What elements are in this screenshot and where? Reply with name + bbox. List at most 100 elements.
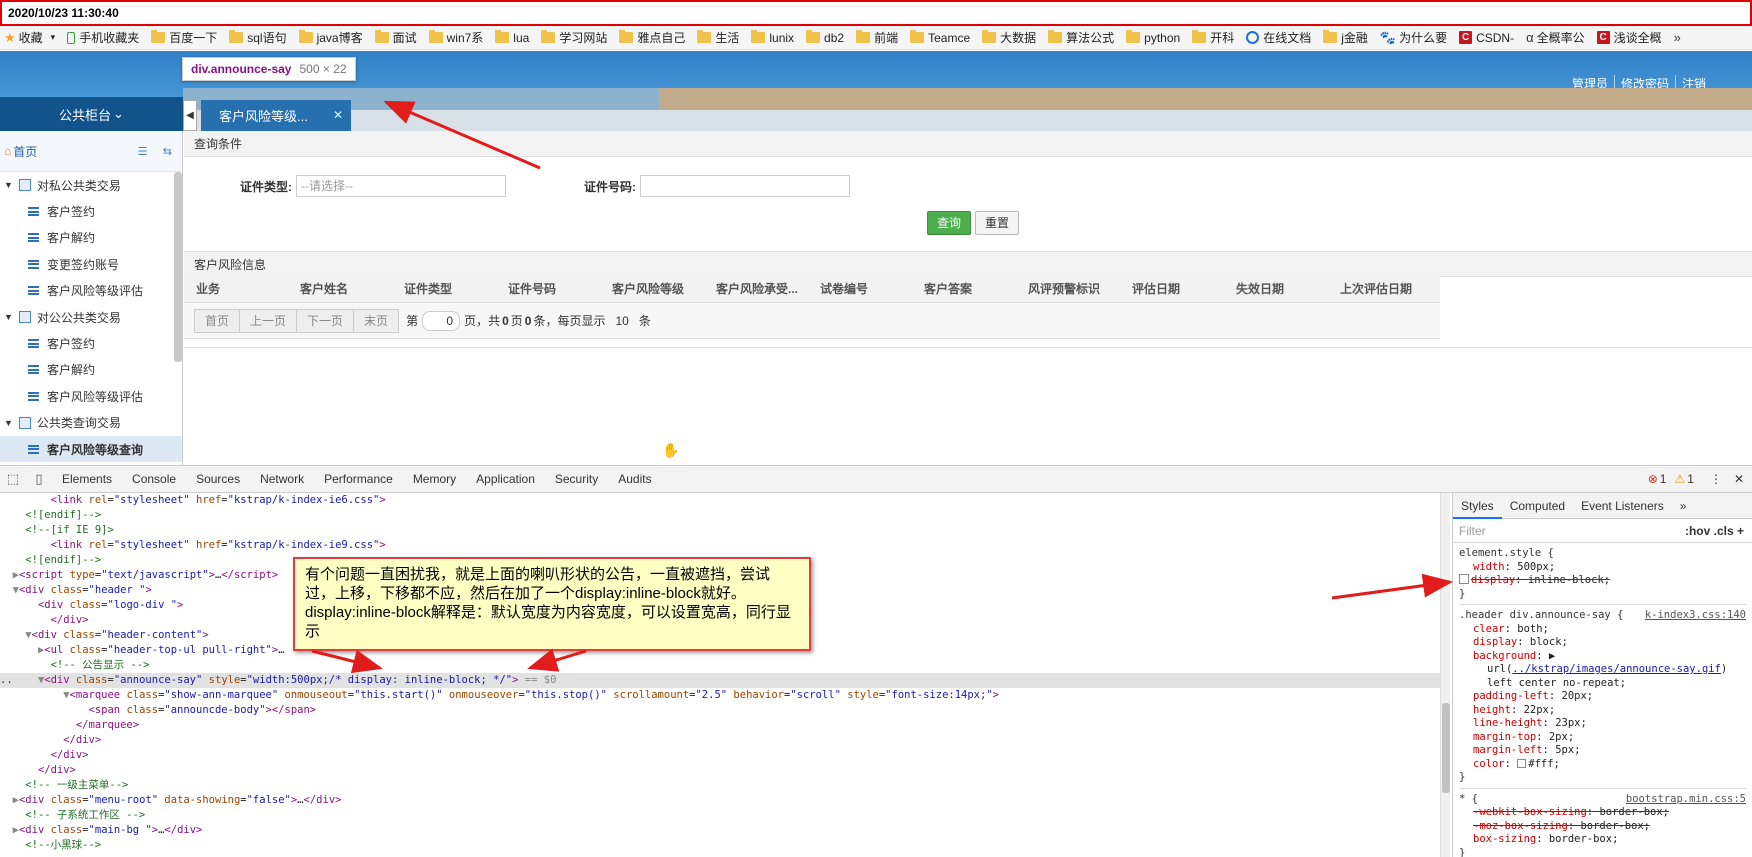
code-line[interactable]: <!-- 子系统工作区 --> <box>0 808 1440 823</box>
sidebar-item[interactable]: 变更签约账号 <box>0 251 182 277</box>
source-link[interactable]: bootstrap.min.css:5 <box>1626 793 1746 807</box>
code-line-selected[interactable]: .. ▼<div class="announce-say" style="wid… <box>0 673 1440 688</box>
code-line[interactable]: <!-- 公告显示 --> <box>0 658 1440 673</box>
bookmark-baidu[interactable]: 🐾 为什么要 <box>1380 29 1447 46</box>
sidebar-item[interactable]: 客户解约 <box>0 357 182 383</box>
elements-scrollbar[interactable] <box>1440 493 1450 857</box>
sidebar-group-private[interactable]: ▼ 对私公共类交易 <box>0 172 182 198</box>
bookmark-folder[interactable]: 学习网站 <box>541 29 607 46</box>
column-header[interactable]: 风评预警标识 <box>1016 280 1120 297</box>
warning-icon[interactable]: ⚠ <box>1674 472 1685 486</box>
tab-console[interactable]: Console <box>122 472 186 486</box>
bookmark-folder[interactable]: 算法公式 <box>1048 29 1114 46</box>
inspect-icon[interactable]: ⬚ <box>0 471 26 487</box>
code-line[interactable]: <span class="announcde-body"></span> <box>0 703 1440 718</box>
device-toggle-icon[interactable]: ▯ <box>26 471 52 487</box>
tab-security[interactable]: Security <box>545 472 608 486</box>
tab-more[interactable]: » <box>1672 493 1695 519</box>
tab-sources[interactable]: Sources <box>186 472 250 486</box>
tab-application[interactable]: Application <box>466 472 545 486</box>
column-header[interactable]: 证件类型 <box>392 280 496 297</box>
bookmark-folder[interactable]: lunix <box>751 30 794 45</box>
bookmark-favorites[interactable]: ★ 收藏 ▾ <box>4 29 55 46</box>
bookmark-folder[interactable]: 开科 <box>1192 29 1234 46</box>
tab-performance[interactable]: Performance <box>314 472 403 486</box>
bookmark-folder[interactable]: 面试 <box>374 29 417 46</box>
tab-computed[interactable]: Computed <box>1502 493 1573 519</box>
sidebar-group-corporate[interactable]: ▼ 对公公共类交易 <box>0 304 182 330</box>
tab-audits[interactable]: Audits <box>608 472 661 486</box>
column-header[interactable]: 客户答案 <box>912 280 1016 297</box>
bookmark-folder[interactable]: db2 <box>806 30 844 45</box>
code-line[interactable]: ▶<div class="main-bg ">…</div> <box>0 823 1440 838</box>
prev-page-button[interactable]: 上一页 <box>239 308 298 333</box>
sidebar-item[interactable]: 客户风险等级评估 <box>0 278 182 304</box>
per-page-value[interactable]: 10 <box>616 314 629 328</box>
column-header[interactable]: 上次评估日期 <box>1328 280 1432 297</box>
code-line[interactable]: <link rel="stylesheet" href="kstrap/k-in… <box>0 538 1440 553</box>
bookmark-folder[interactable]: lua <box>495 30 529 45</box>
code-line[interactable]: </div> <box>0 733 1440 748</box>
code-line[interactable]: <link rel="stylesheet" href="kstrap/k-in… <box>0 493 1440 508</box>
bookmark-probability[interactable]: α 全概率公 <box>1526 29 1585 46</box>
bookmark-mobile[interactable]: 手机收藏夹 <box>67 29 139 46</box>
bookmark-csdn-2[interactable]: C 浅谈全概 <box>1596 29 1662 46</box>
bookmark-online-doc[interactable]: 在线文档 <box>1246 29 1311 46</box>
tab-event-listeners[interactable]: Event Listeners <box>1573 493 1672 519</box>
id-type-select[interactable]: --请选择-- <box>296 175 506 197</box>
source-link[interactable]: k-index3.css:140 <box>1645 609 1746 623</box>
tab-elements[interactable]: Elements <box>52 472 122 486</box>
column-header[interactable]: 客户风险等级 <box>600 280 704 297</box>
code-line[interactable]: ▶<div class="menu-root" data-showing="fa… <box>0 793 1440 808</box>
code-line[interactable]: <!--[if IE 9]> <box>0 523 1440 538</box>
bookmark-folder[interactable]: sql语句 <box>229 29 287 46</box>
tab-styles[interactable]: Styles <box>1453 493 1502 519</box>
close-icon[interactable]: ✕ <box>333 108 343 122</box>
style-rule-announce[interactable]: .header div.announce-say { k-index3.css:… <box>1459 609 1746 789</box>
bookmark-folder[interactable]: python <box>1126 30 1180 45</box>
tab-memory[interactable]: Memory <box>403 472 466 486</box>
first-page-button[interactable]: 首页 <box>194 308 241 333</box>
sidebar-item[interactable]: 客户签约 <box>0 330 182 356</box>
bookmark-folder[interactable]: 雅点自己 <box>619 29 685 46</box>
close-devtools-icon[interactable]: ✕ <box>1734 472 1744 486</box>
column-header[interactable]: 业务 <box>184 280 288 297</box>
bookmark-folder[interactable]: 前端 <box>856 29 898 46</box>
bookmark-folder[interactable]: win7系 <box>428 29 483 46</box>
tab-risk-level[interactable]: 客户风险等级... ✕ <box>201 100 351 131</box>
column-header[interactable]: 试卷编号 <box>808 280 912 297</box>
code-line[interactable]: ▼<marquee class="show-ann-marquee" onmou… <box>0 688 1440 703</box>
bookmark-folder[interactable]: 百度一下 <box>151 29 217 46</box>
sidebar-item[interactable]: 客户解约 <box>0 225 182 251</box>
style-rule-universal[interactable]: * { bootstrap.min.css:5 -webkit-box-sizi… <box>1459 793 1746 857</box>
code-line[interactable]: <!-- 一级主菜单--> <box>0 778 1440 793</box>
column-header[interactable]: 客户姓名 <box>288 280 392 297</box>
code-line[interactable]: <![endif]--> <box>0 508 1440 523</box>
sidebar-scrollbar[interactable] <box>174 172 182 362</box>
code-line[interactable]: </div> <box>0 748 1440 763</box>
sidebar-item[interactable]: 客户风险等级评估 <box>0 383 182 409</box>
bookmark-folder[interactable]: java博客 <box>298 29 363 46</box>
column-header[interactable]: 失效日期 <box>1224 280 1328 297</box>
style-rule-element[interactable]: element.style { width: 500px; display: i… <box>1459 547 1746 605</box>
code-line[interactable]: </marquee> <box>0 718 1440 733</box>
counter-menu-toggle[interactable]: 公共柜台 ⌄ <box>0 97 183 131</box>
sidebar-group-query[interactable]: ▼ 公共类查询交易 <box>0 410 182 436</box>
column-header[interactable]: 客户风险承受... <box>704 280 808 297</box>
bookmark-folder[interactable]: 生活 <box>697 29 739 46</box>
bookmarks-more-button[interactable]: » <box>1674 30 1681 45</box>
styles-filter-input[interactable]: Filter :hov .cls + <box>1453 519 1752 543</box>
code-line[interactable]: <!--小黑球--> <box>0 838 1440 853</box>
styles-rules[interactable]: element.style { width: 500px; display: i… <box>1453 543 1752 857</box>
bookmark-folder[interactable]: Teamce <box>910 30 970 45</box>
tab-scroll-left-button[interactable]: ◀ <box>183 100 197 131</box>
column-header[interactable]: 证件号码 <box>496 280 600 297</box>
last-page-button[interactable]: 末页 <box>353 308 400 333</box>
reset-button[interactable]: 重置 <box>975 211 1019 235</box>
page-number-input[interactable]: 0 <box>422 310 461 331</box>
elements-tree[interactable]: <link rel="stylesheet" href="kstrap/k-in… <box>0 493 1440 857</box>
id-no-input[interactable] <box>640 175 850 197</box>
styles-filter-options[interactable]: :hov .cls + <box>1685 524 1744 538</box>
property-checkbox[interactable] <box>1459 574 1469 584</box>
search-button[interactable]: 查询 <box>927 211 971 235</box>
